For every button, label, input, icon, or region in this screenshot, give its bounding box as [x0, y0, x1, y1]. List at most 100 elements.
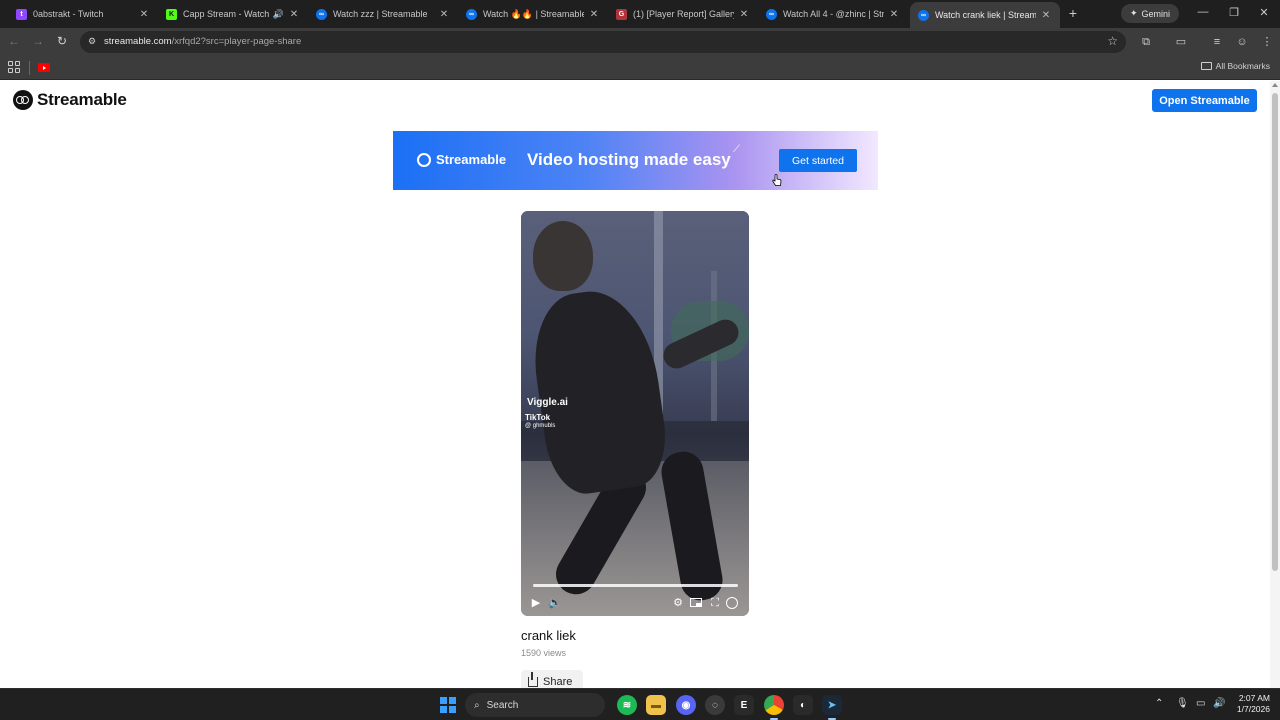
settings-gear-icon[interactable]: ⚙ [671, 596, 685, 610]
youtube-icon[interactable] [38, 63, 50, 72]
bookmarks-bar: All Bookmarks [0, 56, 1280, 80]
gemini-button[interactable]: ✦ Gemini [1121, 4, 1180, 23]
folder-icon [1200, 62, 1212, 70]
tiktok-handle: @ ghmubls [525, 423, 556, 429]
all-bookmarks-label: All Bookmarks [1215, 61, 1270, 71]
discord-icon[interactable]: ◉ [676, 695, 696, 715]
promo-banner[interactable]: Streamable Video hosting made easy ⟋ Get… [393, 131, 878, 190]
spotify-icon[interactable]: ≋ [617, 695, 637, 715]
close-icon[interactable]: ✕ [888, 9, 900, 20]
chrome-icon[interactable] [764, 695, 784, 720]
tab-title: Watch All 4 - @zhinc | Streamable [783, 9, 884, 19]
tiktok-label: TikTok [525, 413, 551, 422]
tab-streamable-crank[interactable]: ∞ Watch crank liek | Streamable ✕ [910, 2, 1060, 28]
windows-start-icon[interactable] [440, 697, 456, 713]
all-bookmarks-button[interactable]: All Bookmarks [1200, 61, 1270, 71]
speaker-icon[interactable]: 🔊 [273, 9, 284, 20]
tab-streamable-zzz[interactable]: ∞ Watch zzz | Streamable ✕ [308, 3, 458, 25]
system-clock[interactable]: 2:07 AM 1/7/2026 [1230, 693, 1270, 715]
close-icon[interactable]: ✕ [588, 9, 600, 20]
clock-time: 2:07 AM [1238, 693, 1270, 703]
tab-title: Watch crank liek | Streamable [935, 10, 1036, 20]
volume-icon[interactable]: 🔈 [548, 596, 562, 610]
display-icon[interactable]: ▭ [1196, 698, 1205, 709]
search-icon: ⌕ [474, 699, 480, 711]
restore-icon[interactable]: ❐ [1227, 6, 1241, 19]
cast-icon[interactable]: ▭ [1174, 35, 1188, 49]
address-bar[interactable]: ⚙ streamable.com/xrfqd2?src=player-page-… [80, 31, 1126, 53]
twitch-icon: t [16, 8, 27, 20]
site-settings-icon[interactable]: ⚙ [88, 36, 98, 48]
windows-taskbar: ⌕ Search ≋ ▬ ◉ ◌ E ◐ ➤ ⌃ 🎙 ▭ 🔊 2:07 AM 1… [0, 688, 1280, 720]
speaker-icon[interactable]: 🔊 [1213, 698, 1225, 709]
profile-icon[interactable]: ☺ [1235, 35, 1249, 49]
open-streamable-button[interactable]: Open Streamable [1152, 89, 1257, 112]
tab-strip: t 0abstrakt - Twitch ✕ K Capp Stream - W… [0, 0, 1280, 28]
reload-icon[interactable]: ↻ [54, 34, 70, 48]
close-icon[interactable]: ✕ [738, 9, 750, 20]
close-icon[interactable]: ✕ [288, 9, 300, 20]
banner-logo-text: Streamable [436, 152, 507, 167]
menu-icon[interactable]: ⋮ [1260, 35, 1274, 49]
media-icon[interactable]: ≡ [1210, 35, 1224, 49]
tab-kick[interactable]: K Capp Stream - Watch Live 🔊 ✕ [158, 3, 308, 25]
file-explorer-icon[interactable]: ▬ [646, 695, 666, 715]
video-player[interactable]: Viggle.ai TikTok @ ghmubls ▶ 🔈 ⚙ ⛶ [521, 211, 749, 616]
bookmark-star-icon[interactable]: ☆ [1107, 34, 1118, 48]
get-started-button[interactable]: Get started [779, 149, 857, 172]
page-content: Streamable Open Streamable Streamable Vi… [0, 81, 1270, 688]
app-icon[interactable]: ◐ [793, 695, 813, 715]
back-icon[interactable]: ← [6, 34, 22, 48]
streamable-icon: ∞ [316, 8, 327, 20]
hand-cursor-icon [772, 174, 782, 186]
tab-streamable-all4[interactable]: ∞ Watch All 4 - @zhinc | Streamable ✕ [758, 3, 908, 25]
share-label: Share [543, 676, 573, 688]
streamable-logo-icon [13, 90, 33, 110]
view-count: 1590 views [521, 648, 567, 658]
close-window-icon[interactable]: ✕ [1257, 6, 1271, 19]
minimize-icon[interactable]: — [1196, 6, 1210, 18]
scroll-up-icon[interactable] [1272, 83, 1278, 87]
close-icon[interactable]: ✕ [438, 9, 450, 20]
streamable-logo[interactable]: Streamable [13, 90, 127, 110]
viggle-watermark: Viggle.ai [527, 397, 568, 408]
steam-icon[interactable]: ➤ [822, 695, 842, 720]
streamable-logo-icon[interactable] [725, 596, 739, 610]
tab-title: Capp Stream - Watch Live [183, 9, 269, 19]
share-icon [528, 672, 538, 687]
extensions-icon[interactable]: ⧉ [1139, 35, 1153, 49]
apps-icon[interactable] [8, 61, 20, 73]
microphone-icon[interactable]: 🎙 [1176, 698, 1189, 709]
sparkle-icon: ✦ [1130, 8, 1138, 18]
chevron-up-icon[interactable]: ⌃ [1155, 698, 1163, 709]
close-icon[interactable]: ✕ [138, 9, 150, 20]
play-icon[interactable]: ▶ [529, 596, 543, 610]
streamable-icon: ∞ [466, 8, 477, 20]
new-tab-button[interactable]: + [1064, 5, 1082, 21]
video-progress-bar[interactable] [533, 584, 738, 587]
picture-in-picture-icon[interactable] [689, 596, 703, 610]
scrollbar-thumb[interactable] [1272, 93, 1278, 571]
sparkle-icon: ⟋ [733, 144, 740, 155]
tab-twitch[interactable]: t 0abstrakt - Twitch ✕ [8, 3, 158, 25]
logo-text: Streamable [37, 90, 127, 109]
share-button[interactable]: Share [521, 670, 583, 688]
tab-player-report[interactable]: G (1) [Player Report] GalleryLive ✕ [608, 3, 758, 25]
tab-title: Watch zzz | Streamable [333, 9, 428, 19]
fullscreen-icon[interactable]: ⛶ [708, 596, 722, 610]
page-scrollbar[interactable] [1270, 81, 1280, 688]
url-host: streamable.com [104, 36, 172, 47]
epic-games-icon[interactable]: E [734, 695, 754, 715]
video-figure-head [533, 221, 593, 291]
tab-streamable-fire[interactable]: ∞ Watch 🔥🔥 | Streamable ✕ [458, 3, 608, 25]
forward-icon[interactable]: → [30, 34, 46, 48]
overlay-app-icon[interactable]: ◌ [705, 695, 725, 715]
streamable-icon: ∞ [766, 8, 777, 20]
banner-tagline: Video hosting made easy [527, 150, 731, 169]
tiktok-watermark: TikTok @ ghmubls [525, 413, 555, 431]
url-text[interactable]: streamable.com/xrfqd2?src=player-page-sh… [104, 36, 301, 47]
video-title: crank liek [521, 628, 576, 643]
search-placeholder: Search [486, 699, 519, 711]
taskbar-search[interactable]: ⌕ Search [465, 693, 605, 717]
close-icon[interactable]: ✕ [1040, 10, 1052, 21]
